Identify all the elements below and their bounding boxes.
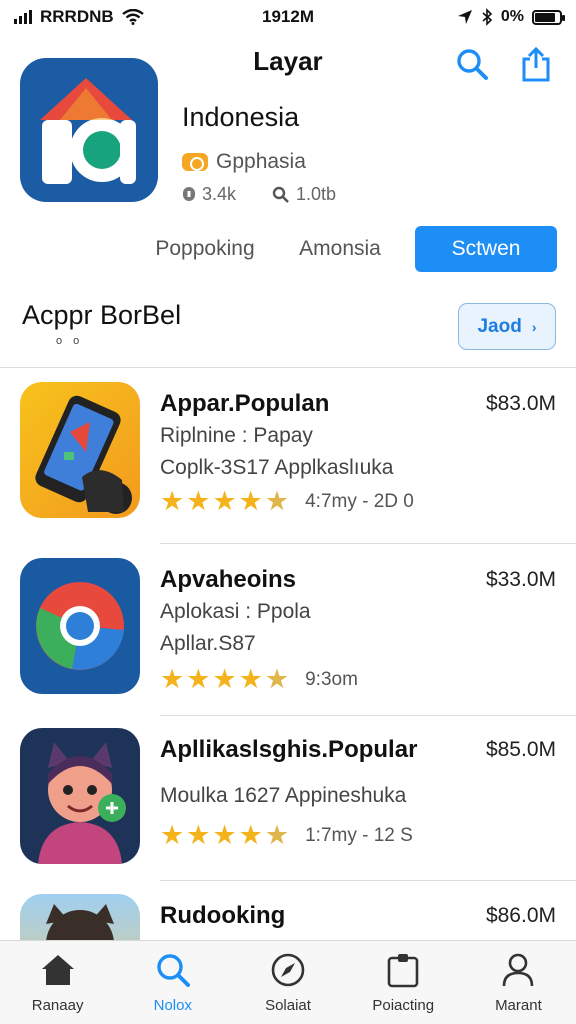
list-item[interactable]: Appar.Populan $83.0M Riplnine : Papay Co…	[0, 382, 576, 542]
app-icon-browser	[20, 558, 140, 694]
status-left: RRRDNB	[14, 7, 144, 27]
star-icon: ★	[212, 486, 237, 516]
app-price: $33.0M	[485, 568, 556, 591]
app-icon	[20, 58, 158, 202]
star-icon: ★	[160, 664, 185, 694]
status-right: 0%	[457, 8, 565, 26]
tab-sctwen[interactable]: Sctwen	[415, 226, 557, 272]
app-price: $85.0M	[485, 738, 556, 761]
rating-stars: ★ ★ ★ ★ ★ 4:7my - 2D 0	[160, 488, 414, 515]
star-icon: ★	[160, 820, 185, 850]
star-icon: ★	[160, 486, 185, 516]
list-item[interactable]: Rudooking $86.0M	[0, 894, 576, 940]
rating-text: 4:7my - 2D 0	[305, 490, 414, 512]
status-bar: RRRDNB 1912M 0%	[0, 0, 576, 34]
developer-row[interactable]: Gpphasia	[182, 150, 306, 174]
battery-percent: 0%	[500, 8, 524, 25]
chevron-right-icon: ›	[531, 318, 537, 335]
carrier-label: RRRDNB	[40, 7, 114, 26]
app-name: Indonesia	[182, 102, 300, 132]
home-icon	[39, 951, 77, 989]
star-half-icon: ★	[264, 486, 290, 516]
nav-item-explore[interactable]: Solaiat	[230, 941, 345, 1024]
app-title: Apvaheoins	[160, 566, 297, 593]
star-half-icon: ★	[264, 820, 290, 850]
size-meta: 1.0tb	[272, 184, 336, 205]
bottom-nav: Ranaay Nolox Solaiat Poiacting Marant	[0, 940, 576, 1024]
star-icon: ★	[238, 664, 263, 694]
nav-item-activity[interactable]: Poiacting	[346, 941, 461, 1024]
section-title: Acppr BorBel	[22, 300, 182, 330]
star-half-icon: ★	[264, 664, 290, 694]
app-title: Appar.Populan	[160, 390, 330, 417]
developer-name: Gpphasia	[216, 150, 306, 173]
rating-stars: ★ ★ ★ ★ ★ 9:3om	[160, 666, 358, 693]
list-item[interactable]: Apllikaslsghis.Popular $85.0M Moulka 162…	[0, 728, 576, 888]
nav-item-search[interactable]: Nolox	[115, 941, 230, 1024]
star-icon: ★	[238, 820, 263, 850]
app-meta: 3.4k 1.0tb	[182, 184, 336, 205]
app-icon-cat	[20, 894, 140, 940]
app-title: Rudooking	[160, 902, 286, 929]
rating-text: 1:7my - 12 S	[305, 824, 413, 846]
divider	[0, 367, 576, 368]
rating-text: 9:3om	[305, 668, 358, 690]
share-button[interactable]	[516, 44, 556, 84]
wifi-icon	[121, 9, 144, 25]
person-icon	[499, 951, 537, 989]
nav-item-profile[interactable]: Marant	[461, 941, 576, 1024]
downloads-meta: 3.4k	[182, 184, 236, 205]
tab-poppoking[interactable]: Poppoking	[140, 226, 270, 272]
battery-icon	[532, 9, 565, 25]
app-subtitle: Riplnine : Papay	[160, 424, 313, 447]
star-icon: ★	[186, 486, 211, 516]
download-icon	[183, 186, 195, 201]
list-item[interactable]: Apvaheoins $33.0M Aplokasi : Ppola Aplla…	[0, 558, 576, 718]
search-icon	[457, 49, 488, 80]
divider	[160, 880, 576, 881]
app-category: Moulka 1627 Appineshuka	[160, 784, 407, 807]
app-price: $86.0M	[485, 904, 556, 927]
see-all-button[interactable]: Jaod ›	[458, 303, 556, 350]
location-icon	[457, 10, 472, 24]
divider	[160, 543, 576, 544]
app-subtitle: Aplokasi : Ppola	[160, 600, 311, 623]
magnifier-icon	[272, 186, 289, 203]
star-icon: ★	[212, 820, 237, 850]
clipboard-icon	[384, 951, 422, 989]
rating-stars: ★ ★ ★ ★ ★ 1:7my - 12 S	[160, 822, 413, 849]
nav-item-home[interactable]: Ranaay	[0, 941, 115, 1024]
search-button[interactable]	[452, 44, 492, 84]
star-icon: ★	[212, 664, 237, 694]
app-title: Apllikaslsghis.Popular	[160, 736, 418, 763]
divider	[160, 715, 576, 716]
star-icon: ★	[186, 820, 211, 850]
app-icon-phone	[20, 382, 140, 518]
share-icon	[522, 46, 550, 82]
app-category: Apllar.S87	[160, 632, 256, 655]
app-price: $83.0M	[485, 392, 556, 415]
app-category: Coplk-3S17 Applkaslıuka	[160, 456, 394, 479]
signal-icon	[14, 10, 32, 24]
tab-amonsia[interactable]: Amonsia	[278, 226, 402, 272]
star-icon: ★	[238, 486, 263, 516]
developer-badge-icon	[182, 153, 208, 171]
search-icon	[154, 951, 192, 989]
compass-icon	[269, 951, 307, 989]
app-icon-character	[20, 728, 140, 864]
tab-bar: Poppoking Amonsia Sctwen	[0, 226, 576, 272]
bluetooth-icon	[482, 8, 493, 26]
section-subtitle: o o	[56, 335, 84, 347]
star-icon: ★	[186, 664, 211, 694]
